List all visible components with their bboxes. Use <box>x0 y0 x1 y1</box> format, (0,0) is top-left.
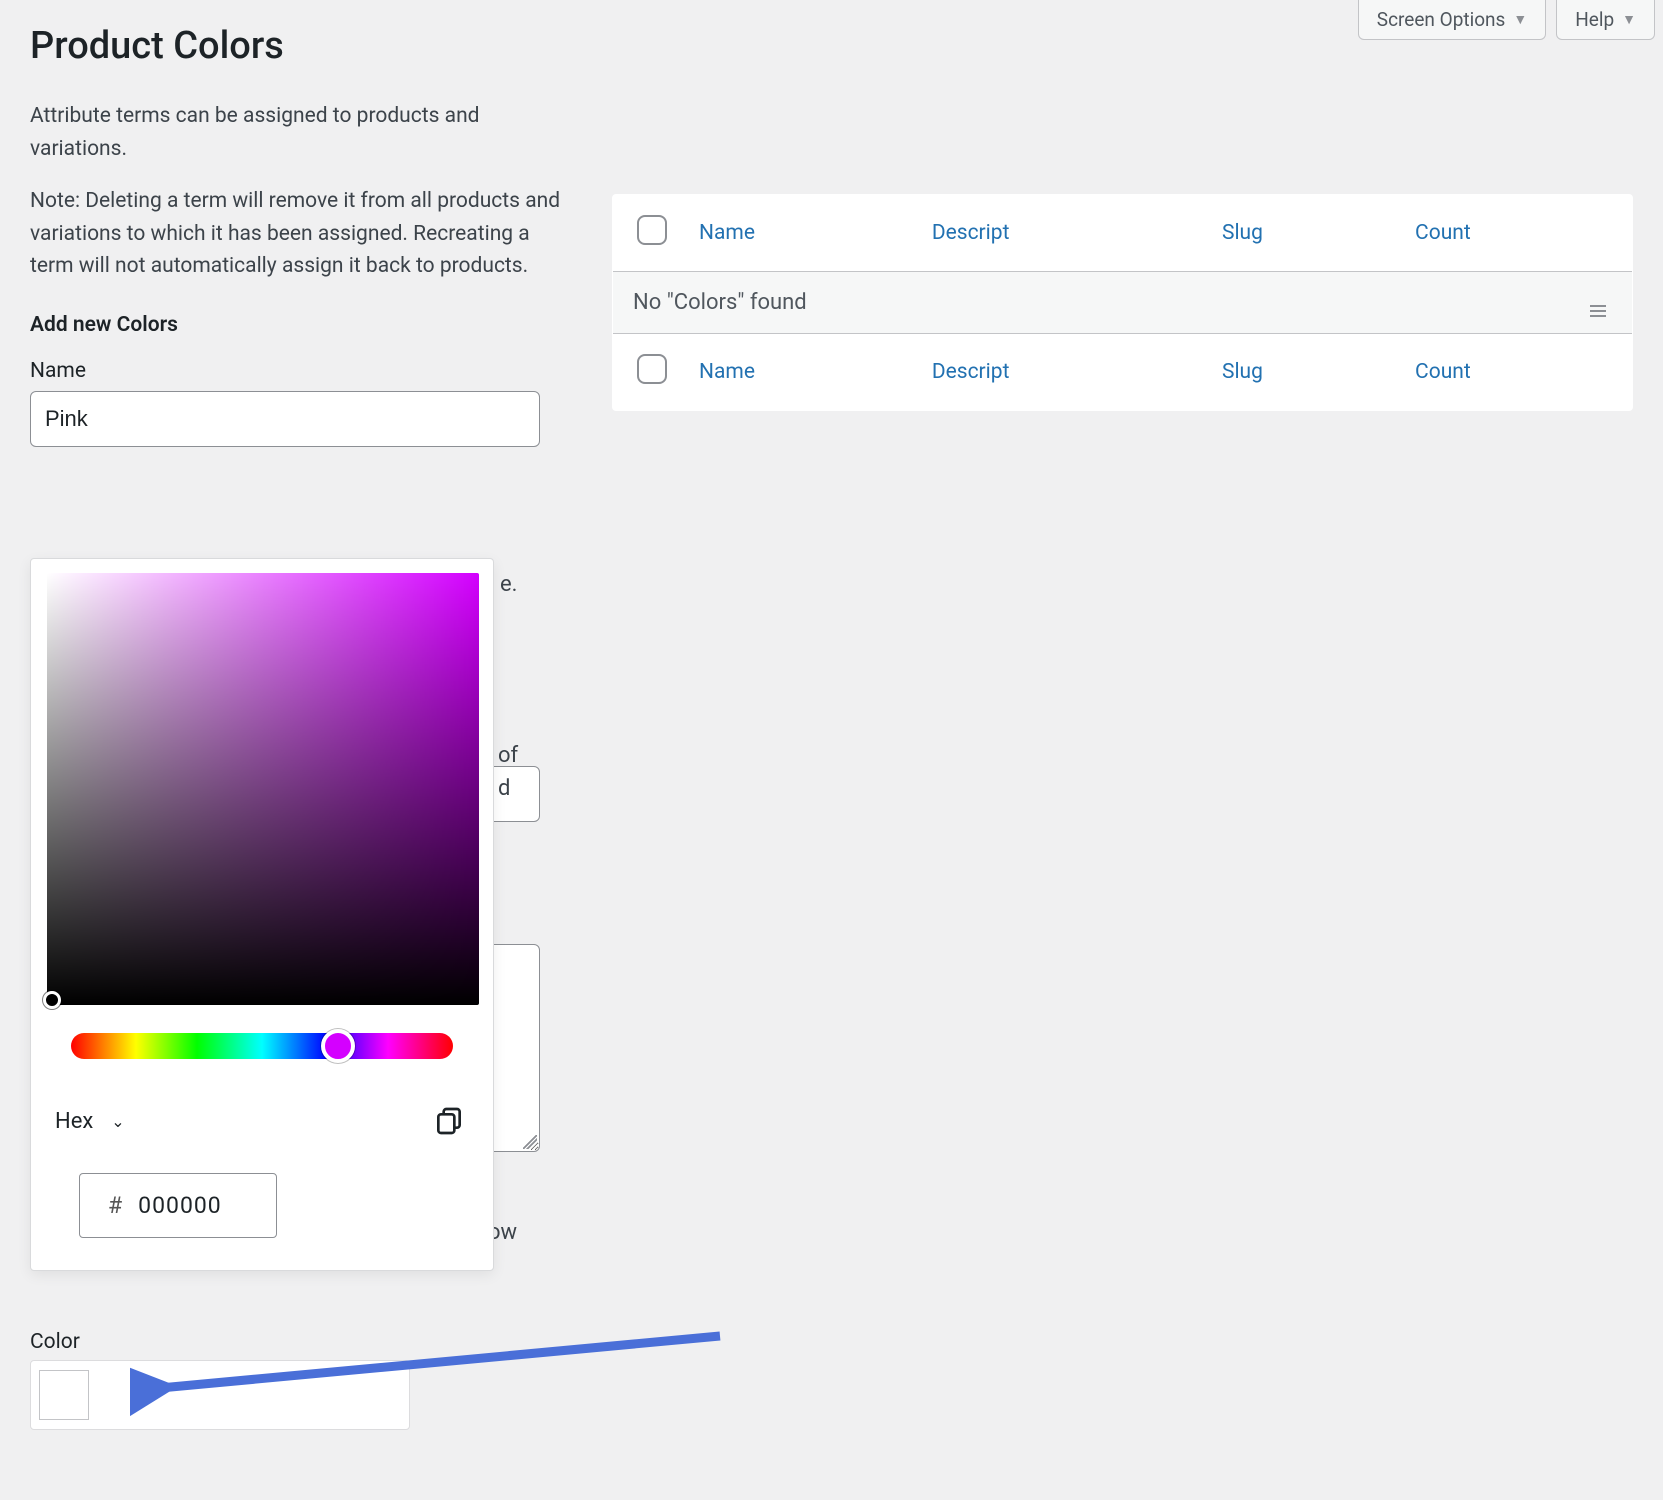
intro-paragraph-2: Note: Deleting a term will remove it fro… <box>30 185 578 283</box>
select-all-checkbox[interactable] <box>637 215 667 245</box>
saturation-cursor[interactable] <box>43 991 61 1009</box>
chevron-down-icon: ▼ <box>1622 11 1636 28</box>
hint-fragment-e: e. <box>500 572 517 597</box>
color-swatch-button[interactable] <box>39 1370 89 1420</box>
select-all-footer <box>613 334 684 411</box>
name-input[interactable] <box>30 391 540 447</box>
hash-label: # <box>108 1192 122 1219</box>
hex-input[interactable] <box>138 1192 248 1219</box>
add-new-heading: Add new Colors <box>30 313 578 337</box>
copy-icon <box>433 1105 465 1137</box>
empty-message: No "Colors" found <box>613 272 1400 334</box>
column-header-count[interactable]: Count <box>1399 195 1632 272</box>
column-footer-name[interactable]: Name <box>683 334 916 411</box>
hue-slider[interactable] <box>71 1033 453 1059</box>
copy-color-button[interactable] <box>429 1101 469 1141</box>
column-header-description[interactable]: Descript <box>916 195 1206 272</box>
table-empty-row: No "Colors" found <box>613 272 1633 334</box>
column-footer-description[interactable]: Descript <box>916 334 1206 411</box>
saturation-value-area[interactable] <box>47 573 479 1005</box>
chevron-down-icon: ▼ <box>1513 11 1527 28</box>
column-header-slug[interactable]: Slug <box>1206 195 1399 272</box>
chevron-down-icon: ⌄ <box>111 1112 124 1131</box>
help-button[interactable]: Help ▼ <box>1556 0 1655 40</box>
name-label: Name <box>30 359 578 383</box>
format-select[interactable]: Hex ⌄ <box>55 1109 125 1134</box>
terms-table: Name Descript Slug Count No "Colors" fou… <box>612 194 1633 411</box>
select-all-header <box>613 195 684 272</box>
color-picker-popover: Hex ⌄ # <box>30 558 494 1271</box>
intro-paragraph-1: Attribute terms can be assigned to produ… <box>30 100 578 165</box>
help-label: Help <box>1575 8 1614 31</box>
hint-fragment-of: of d <box>498 739 548 805</box>
screen-options-button[interactable]: Screen Options ▼ <box>1358 0 1546 40</box>
hue-handle[interactable] <box>321 1029 355 1063</box>
column-footer-count[interactable]: Count <box>1399 334 1632 411</box>
format-label: Hex <box>55 1109 93 1134</box>
screen-options-label: Screen Options <box>1377 8 1506 31</box>
column-footer-slug[interactable]: Slug <box>1206 334 1399 411</box>
menu-icon[interactable] <box>1590 305 1606 317</box>
select-all-checkbox-footer[interactable] <box>637 354 667 384</box>
color-label: Color <box>30 1330 410 1354</box>
column-header-name[interactable]: Name <box>683 195 916 272</box>
color-swatch-field <box>30 1360 410 1430</box>
hex-input-wrap: # <box>79 1173 277 1238</box>
